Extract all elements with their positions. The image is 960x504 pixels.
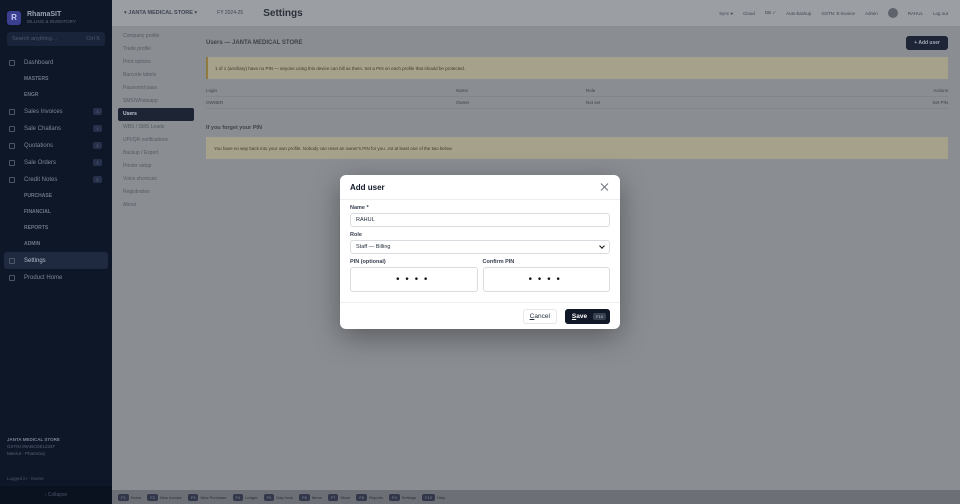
pin-input[interactable]: •••• <box>350 267 478 292</box>
close-icon[interactable] <box>598 181 610 193</box>
cancel-label: ancel <box>534 312 550 320</box>
role-selected-value: Staff — Billing <box>356 244 391 250</box>
chevron-down-icon <box>599 243 605 249</box>
name-label: Name * <box>350 205 369 211</box>
confirm-pin-label: Confirm PIN <box>482 259 515 265</box>
role-select[interactable]: Staff — Billing <box>350 240 610 254</box>
add-user-dialog: Add user Name * RAHUL Role Staff — Billi… <box>340 175 620 329</box>
name-input[interactable]: RAHUL <box>350 213 610 227</box>
dialog-title: Add user <box>350 182 385 192</box>
save-button[interactable]: Save F10 <box>564 308 610 324</box>
save-label: ave <box>576 312 588 320</box>
role-label: Role <box>350 232 362 238</box>
cancel-button[interactable]: Cancel <box>522 308 557 324</box>
dialog-header: Add user <box>340 175 620 200</box>
save-shortcut: F10 <box>593 312 606 320</box>
dialog-footer: Cancel Save F10 <box>340 302 620 329</box>
confirm-pin-input[interactable]: •••• <box>482 267 610 292</box>
pin-label: PIN (optional) <box>350 259 386 265</box>
